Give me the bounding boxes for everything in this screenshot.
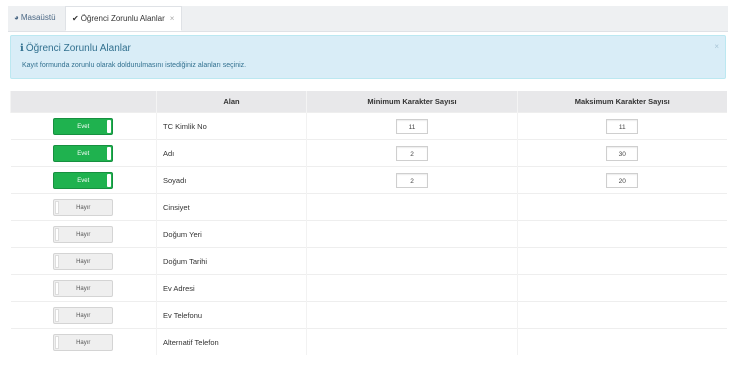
alert-description: Kayıt formunda zorunlu olarak doldurulma… [22,62,247,69]
max-cell [517,274,727,302]
toggle-cell: Hayır [10,193,157,221]
toggle-cell: Hayır [10,247,157,275]
min-cell [306,220,518,248]
table-row: Hayır Ev Adresi [10,274,727,302]
min-cell [306,328,518,355]
info-alert: ℹ Öğrenci Zorunlu Alanlar Kayıt formunda … [10,35,726,79]
table-row: Hayır Doğum Tarihi [10,247,727,275]
required-toggle[interactable]: Hayır [53,252,114,270]
max-length-input[interactable]: 30 [606,145,639,161]
min-cell: 2 [306,139,518,167]
dashboard-icon: ◕ [14,13,19,22]
max-cell [517,247,727,275]
min-length-input[interactable]: 11 [396,118,428,134]
tab-label: Öğrenci Zorunlu Alanlar [80,14,165,23]
required-toggle[interactable]: Hayır [53,333,114,351]
field-name: Ev Adresi [156,274,307,302]
toggle-cell: Evet [10,166,157,194]
max-cell: 11 [517,112,727,140]
required-toggle[interactable]: Evet [53,171,114,189]
min-cell [306,301,518,329]
max-cell [517,220,727,248]
check-circle-icon: ✔ [72,14,79,23]
toggle-cell: Evet [10,112,157,140]
toggle-cell: Hayır [10,220,157,248]
table-row: Evet Soyadı 2 20 [10,166,727,194]
table-row: Hayır Ev Telefonu [10,301,727,329]
toggle-cell: Hayır [10,328,157,355]
min-cell: 2 [306,166,518,194]
field-name: Doğum Yeri [156,220,307,248]
min-cell [306,193,518,221]
close-icon[interactable]: × [170,14,175,23]
table-row: Hayır Doğum Yeri [10,220,727,248]
info-icon: ℹ [20,43,24,54]
tab-ogrenci-zorunlu-alanlar[interactable]: ✔ Öğrenci Zorunlu Alanlar × [65,6,182,31]
max-length-input[interactable]: 20 [606,172,639,188]
alert-title-text: Öğrenci Zorunlu Alanlar [25,43,131,54]
max-cell [517,328,727,355]
table-row: Evet Adı 2 30 [10,139,727,167]
max-length-input[interactable]: 11 [606,118,639,134]
header-alan: Alan [156,91,307,113]
max-cell [517,193,727,221]
alert-close-icon[interactable]: × [714,42,719,51]
required-toggle[interactable]: Hayır [53,198,114,216]
max-cell [517,301,727,329]
min-length-input[interactable]: 2 [396,172,428,188]
tab-strip: ◕ Masaüstü ✔ Öğrenci Zorunlu Alanlar × [8,6,728,32]
toggle-cell: Evet [10,139,157,167]
field-name: Ev Telefonu [156,301,307,329]
table-header-row: Alan Minimum Karakter Sayısı Maksimum Ka… [10,91,727,113]
table-row: Hayır Cinsiyet [10,193,727,221]
field-name: Soyadı [156,166,307,194]
field-name: Alternatif Telefon [156,328,307,355]
max-cell: 20 [517,166,727,194]
header-max: Maksimum Karakter Sayısı [517,91,727,113]
max-cell: 30 [517,139,727,167]
required-fields-table: Alan Minimum Karakter Sayısı Maksimum Ka… [10,91,727,355]
field-name: Doğum Tarihi [156,247,307,275]
min-length-input[interactable]: 2 [396,145,428,161]
field-name: TC Kimlik No [156,112,307,140]
required-toggle[interactable]: Evet [53,117,114,135]
required-toggle[interactable]: Hayır [53,279,114,297]
table-row: Hayır Alternatif Telefon [10,328,727,355]
required-toggle[interactable]: Hayır [53,306,114,324]
min-cell: 11 [306,112,518,140]
field-name: Adı [156,139,307,167]
header-toggle [10,91,157,113]
table-row: Evet TC Kimlik No 11 11 [10,112,727,140]
required-toggle[interactable]: Evet [53,144,114,162]
min-cell [306,274,518,302]
alert-title: ℹ Öğrenci Zorunlu Alanlar [20,43,131,54]
toggle-cell: Hayır [10,301,157,329]
tab-label: Masaüstü [20,13,56,22]
header-min: Minimum Karakter Sayısı [306,91,518,113]
toggle-cell: Hayır [10,274,157,302]
tab-bar: ◕ Masaüstü ✔ Öğrenci Zorunlu Alanlar × [0,0,732,32]
required-toggle[interactable]: Hayır [53,225,114,243]
tab-masaustu[interactable]: ◕ Masaüstü [8,6,62,30]
field-name: Cinsiyet [156,193,307,221]
min-cell [306,247,518,275]
